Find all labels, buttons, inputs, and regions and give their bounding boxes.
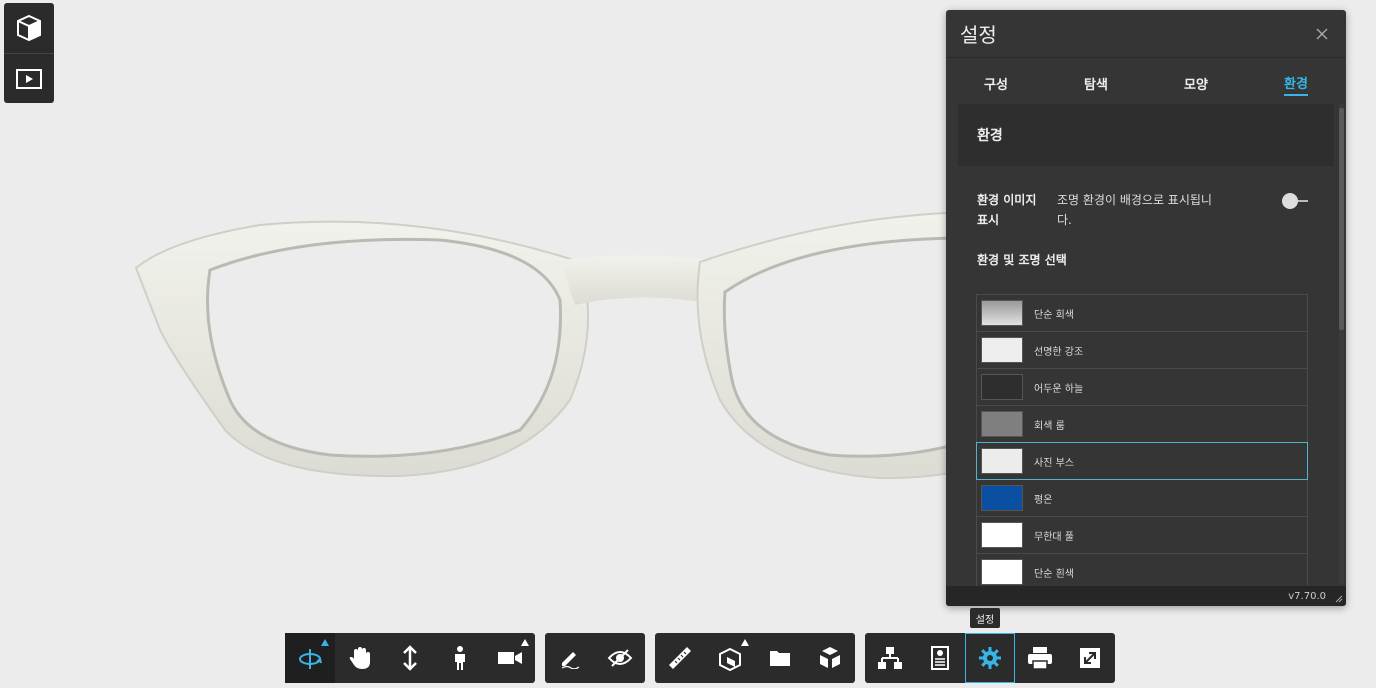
list-item[interactable]: 무한대 풀 bbox=[976, 516, 1308, 554]
tab-appearance[interactable]: 모양 bbox=[1146, 58, 1246, 104]
section-cube-icon bbox=[719, 647, 741, 671]
swatch-infinity-pool bbox=[981, 522, 1023, 548]
markup-button[interactable] bbox=[545, 633, 595, 683]
close-icon bbox=[1316, 28, 1328, 39]
panel-scrollbar[interactable] bbox=[1339, 104, 1344, 584]
model-browser-button[interactable] bbox=[755, 633, 805, 683]
explode-button[interactable] bbox=[705, 633, 755, 683]
panel-header: 설정 bbox=[946, 10, 1346, 58]
panel-body: 환경 환경 이미지 표시 조명 환경이 배경으로 표시됩니다. 환경 및 조명 … bbox=[946, 104, 1346, 586]
list-item[interactable]: 단순 회색 bbox=[976, 294, 1308, 332]
fullscreen-button[interactable] bbox=[1065, 633, 1115, 683]
settings-tooltip: 설정 bbox=[970, 608, 1000, 628]
swatch-simple-gray bbox=[981, 300, 1023, 326]
swatch-gray-room bbox=[981, 411, 1023, 437]
structure-button[interactable] bbox=[865, 633, 915, 683]
pan-button[interactable] bbox=[335, 633, 385, 683]
settings-panel: 설정 구성 탐색 모양 환경 환경 환경 이미지 표시 조명 환경이 배경으로 … bbox=[946, 10, 1346, 606]
panel-footer: v7.70.0 bbox=[946, 586, 1346, 606]
list-item[interactable]: 어두운 하늘 bbox=[976, 368, 1308, 406]
env-image-description: 조명 환경이 배경으로 표시됩니다. bbox=[1057, 193, 1212, 227]
view-tools bbox=[4, 3, 54, 103]
explode-model-button[interactable] bbox=[805, 633, 855, 683]
swatch-tranquility bbox=[981, 485, 1023, 511]
settings-tabs: 구성 탐색 모양 환경 bbox=[946, 58, 1346, 104]
markup-tools bbox=[545, 633, 645, 683]
orbit-button[interactable] bbox=[285, 633, 335, 683]
properties-icon bbox=[931, 646, 949, 670]
measure-button[interactable] bbox=[655, 633, 705, 683]
list-item[interactable]: 사진 부스 bbox=[976, 442, 1308, 480]
orbit-icon bbox=[299, 649, 322, 669]
swatch-dark-sky bbox=[981, 374, 1023, 400]
eye-slash-icon bbox=[607, 649, 633, 667]
camera-button[interactable] bbox=[485, 633, 535, 683]
resize-grip-icon[interactable] bbox=[1335, 595, 1343, 603]
tab-navigation[interactable]: 탐색 bbox=[1046, 58, 1146, 104]
exploded-cube-icon bbox=[820, 647, 840, 668]
zoom-arrows-icon bbox=[403, 645, 417, 671]
play-screen-icon bbox=[16, 68, 42, 89]
folder-icon bbox=[770, 651, 790, 666]
presentation-button[interactable] bbox=[4, 53, 54, 103]
navigation-tools bbox=[285, 633, 535, 683]
list-item[interactable]: 평온 bbox=[976, 479, 1308, 517]
video-camera-icon bbox=[498, 652, 522, 664]
env-image-toggle[interactable] bbox=[1282, 193, 1308, 209]
swatch-photo-booth bbox=[981, 448, 1023, 474]
print-button[interactable] bbox=[1015, 633, 1065, 683]
hide-button[interactable] bbox=[595, 633, 645, 683]
env-image-label: 환경 이미지 표시 bbox=[977, 193, 1037, 227]
view-cube-button[interactable] bbox=[4, 3, 54, 53]
fullscreen-icon bbox=[1080, 648, 1100, 668]
hand-icon bbox=[349, 647, 370, 669]
environment-list: 단순 회색 선명한 강조 어두운 하늘 회색 룸 사진 부스 평온 무한대 풀 … bbox=[976, 294, 1308, 586]
settings-tools bbox=[865, 633, 1115, 683]
list-item[interactable]: 단순 흰색 bbox=[976, 553, 1308, 586]
swatch-simple-white bbox=[981, 559, 1023, 585]
walk-button[interactable] bbox=[435, 633, 485, 683]
gear-icon bbox=[979, 647, 1001, 669]
list-item[interactable]: 선명한 강조 bbox=[976, 331, 1308, 369]
cube-icon bbox=[17, 14, 41, 42]
model-tools bbox=[655, 633, 855, 683]
panel-title: 설정 bbox=[960, 23, 997, 47]
properties-button[interactable] bbox=[915, 633, 965, 683]
person-icon bbox=[455, 646, 465, 670]
printer-icon bbox=[1028, 647, 1052, 670]
section-title: 환경 bbox=[958, 104, 1334, 166]
env-select-title: 환경 및 조명 선택 bbox=[977, 253, 1067, 267]
settings-button[interactable] bbox=[965, 633, 1015, 683]
tab-configuration[interactable]: 구성 bbox=[946, 58, 1046, 104]
zoom-button[interactable] bbox=[385, 633, 435, 683]
pencil-icon bbox=[561, 652, 580, 669]
close-button[interactable] bbox=[1312, 24, 1332, 44]
swatch-sharp-highlights bbox=[981, 337, 1023, 363]
version-label: v7.70.0 bbox=[1288, 590, 1326, 602]
hierarchy-icon bbox=[878, 647, 902, 669]
tab-environment[interactable]: 환경 bbox=[1246, 58, 1346, 104]
list-item[interactable]: 회색 룸 bbox=[976, 405, 1308, 443]
ruler-icon bbox=[669, 647, 691, 669]
